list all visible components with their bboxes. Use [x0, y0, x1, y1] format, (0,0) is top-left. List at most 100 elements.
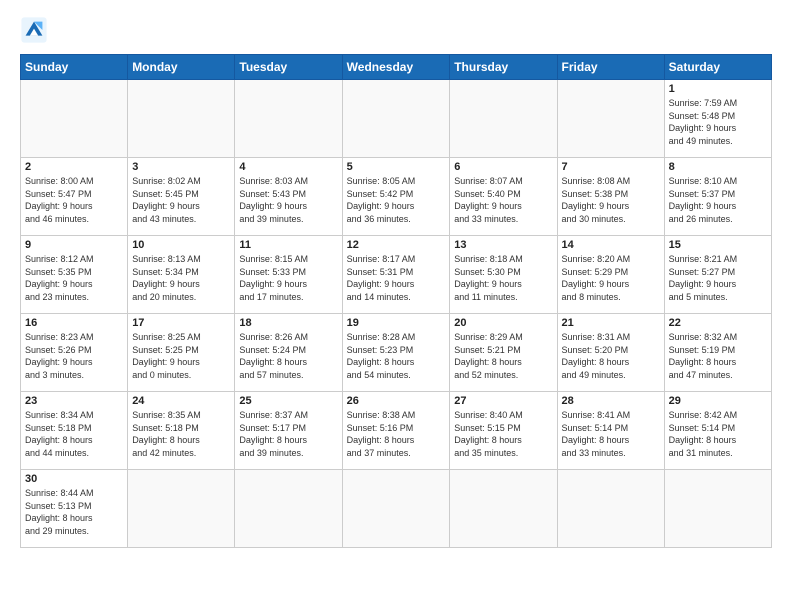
day-info: Sunrise: 8:34 AM Sunset: 5:18 PM Dayligh…: [25, 409, 123, 459]
day-info: Sunrise: 8:23 AM Sunset: 5:26 PM Dayligh…: [25, 331, 123, 381]
day-cell: 29 Sunrise: 8:42 AM Sunset: 5:14 PM Dayli…: [664, 392, 771, 470]
logo-icon: [20, 16, 48, 44]
day-info: Sunrise: 8:38 AM Sunset: 5:16 PM Dayligh…: [347, 409, 446, 459]
day-info: Sunrise: 8:15 AM Sunset: 5:33 PM Dayligh…: [239, 253, 337, 303]
day-cell: 8 Sunrise: 8:10 AM Sunset: 5:37 PM Daylig…: [664, 158, 771, 236]
day-info: Sunrise: 8:21 AM Sunset: 5:27 PM Dayligh…: [669, 253, 767, 303]
day-info: Sunrise: 8:40 AM Sunset: 5:15 PM Dayligh…: [454, 409, 552, 459]
day-info: Sunrise: 8:07 AM Sunset: 5:40 PM Dayligh…: [454, 175, 552, 225]
day-cell: 14 Sunrise: 8:20 AM Sunset: 5:29 PM Dayli…: [557, 236, 664, 314]
day-number: 21: [562, 317, 660, 329]
day-cell: [342, 470, 450, 548]
day-cell: 3 Sunrise: 8:02 AM Sunset: 5:45 PM Daylig…: [128, 158, 235, 236]
day-number: 26: [347, 395, 446, 407]
day-number: 24: [132, 395, 230, 407]
day-number: 22: [669, 317, 767, 329]
day-cell: 15 Sunrise: 8:21 AM Sunset: 5:27 PM Dayli…: [664, 236, 771, 314]
day-number: 12: [347, 239, 446, 251]
day-cell: [21, 80, 128, 158]
day-number: 9: [25, 239, 123, 251]
day-number: 1: [669, 83, 767, 95]
day-info: Sunrise: 8:32 AM Sunset: 5:19 PM Dayligh…: [669, 331, 767, 381]
day-cell: 6 Sunrise: 8:07 AM Sunset: 5:40 PM Daylig…: [450, 158, 557, 236]
day-number: 25: [239, 395, 337, 407]
day-info: Sunrise: 8:29 AM Sunset: 5:21 PM Dayligh…: [454, 331, 552, 381]
day-number: 13: [454, 239, 552, 251]
day-cell: 16 Sunrise: 8:23 AM Sunset: 5:26 PM Dayli…: [21, 314, 128, 392]
day-cell: [128, 80, 235, 158]
day-info: Sunrise: 7:59 AM Sunset: 5:48 PM Dayligh…: [669, 97, 767, 147]
day-cell: 1 Sunrise: 7:59 AM Sunset: 5:48 PM Daylig…: [664, 80, 771, 158]
day-info: Sunrise: 8:42 AM Sunset: 5:14 PM Dayligh…: [669, 409, 767, 459]
day-cell: 25 Sunrise: 8:37 AM Sunset: 5:17 PM Dayli…: [235, 392, 342, 470]
day-cell: [342, 80, 450, 158]
day-info: Sunrise: 8:10 AM Sunset: 5:37 PM Dayligh…: [669, 175, 767, 225]
day-number: 6: [454, 161, 552, 173]
day-cell: 23 Sunrise: 8:34 AM Sunset: 5:18 PM Dayli…: [21, 392, 128, 470]
day-number: 2: [25, 161, 123, 173]
day-info: Sunrise: 8:44 AM Sunset: 5:13 PM Dayligh…: [25, 487, 123, 537]
day-number: 5: [347, 161, 446, 173]
day-cell: 22 Sunrise: 8:32 AM Sunset: 5:19 PM Dayli…: [664, 314, 771, 392]
day-number: 11: [239, 239, 337, 251]
day-info: Sunrise: 8:13 AM Sunset: 5:34 PM Dayligh…: [132, 253, 230, 303]
day-info: Sunrise: 8:08 AM Sunset: 5:38 PM Dayligh…: [562, 175, 660, 225]
week-row-4: 23 Sunrise: 8:34 AM Sunset: 5:18 PM Dayli…: [21, 392, 772, 470]
day-cell: 24 Sunrise: 8:35 AM Sunset: 5:18 PM Dayli…: [128, 392, 235, 470]
day-info: Sunrise: 8:25 AM Sunset: 5:25 PM Dayligh…: [132, 331, 230, 381]
day-cell: 4Sunrise: 8:03 AM Sunset: 5:43 PM Daylig…: [235, 158, 342, 236]
day-cell: 19Sunrise: 8:28 AM Sunset: 5:23 PM Dayli…: [342, 314, 450, 392]
weekday-header-sunday: Sunday: [21, 55, 128, 80]
day-info: Sunrise: 8:00 AM Sunset: 5:47 PM Dayligh…: [25, 175, 123, 225]
day-cell: [450, 470, 557, 548]
day-cell: 7 Sunrise: 8:08 AM Sunset: 5:38 PM Daylig…: [557, 158, 664, 236]
day-cell: [235, 80, 342, 158]
day-info: Sunrise: 8:41 AM Sunset: 5:14 PM Dayligh…: [562, 409, 660, 459]
day-number: 15: [669, 239, 767, 251]
day-number: 10: [132, 239, 230, 251]
weekday-header-monday: Monday: [128, 55, 235, 80]
day-cell: 18Sunrise: 8:26 AM Sunset: 5:24 PM Dayli…: [235, 314, 342, 392]
weekday-header-thursday: Thursday: [450, 55, 557, 80]
day-number: 14: [562, 239, 660, 251]
day-cell: 12Sunrise: 8:17 AM Sunset: 5:31 PM Dayli…: [342, 236, 450, 314]
day-number: 7: [562, 161, 660, 173]
day-cell: [557, 80, 664, 158]
day-cell: 5 Sunrise: 8:05 AM Sunset: 5:42 PM Daylig…: [342, 158, 450, 236]
day-cell: 30Sunrise: 8:44 AM Sunset: 5:13 PM Dayli…: [21, 470, 128, 548]
day-info: Sunrise: 8:28 AM Sunset: 5:23 PM Dayligh…: [347, 331, 446, 381]
weekday-header-row: SundayMondayTuesdayWednesdayThursdayFrid…: [21, 55, 772, 80]
day-number: 4: [239, 161, 337, 173]
day-info: Sunrise: 8:20 AM Sunset: 5:29 PM Dayligh…: [562, 253, 660, 303]
day-cell: 28 Sunrise: 8:41 AM Sunset: 5:14 PM Dayli…: [557, 392, 664, 470]
day-cell: 17 Sunrise: 8:25 AM Sunset: 5:25 PM Dayli…: [128, 314, 235, 392]
header: [20, 16, 772, 44]
day-info: Sunrise: 8:05 AM Sunset: 5:42 PM Dayligh…: [347, 175, 446, 225]
page: SundayMondayTuesdayWednesdayThursdayFrid…: [0, 0, 792, 558]
weekday-header-friday: Friday: [557, 55, 664, 80]
day-number: 23: [25, 395, 123, 407]
week-row-2: 9Sunrise: 8:12 AM Sunset: 5:35 PM Daylig…: [21, 236, 772, 314]
week-row-3: 16 Sunrise: 8:23 AM Sunset: 5:26 PM Dayli…: [21, 314, 772, 392]
day-number: 29: [669, 395, 767, 407]
day-number: 28: [562, 395, 660, 407]
weekday-header-tuesday: Tuesday: [235, 55, 342, 80]
day-number: 27: [454, 395, 552, 407]
calendar: SundayMondayTuesdayWednesdayThursdayFrid…: [20, 54, 772, 548]
day-number: 8: [669, 161, 767, 173]
day-info: Sunrise: 8:35 AM Sunset: 5:18 PM Dayligh…: [132, 409, 230, 459]
day-info: Sunrise: 8:26 AM Sunset: 5:24 PM Dayligh…: [239, 331, 337, 381]
day-cell: 10 Sunrise: 8:13 AM Sunset: 5:34 PM Dayli…: [128, 236, 235, 314]
day-info: Sunrise: 8:02 AM Sunset: 5:45 PM Dayligh…: [132, 175, 230, 225]
weekday-header-wednesday: Wednesday: [342, 55, 450, 80]
logo: [20, 16, 52, 44]
day-number: 16: [25, 317, 123, 329]
day-cell: 13Sunrise: 8:18 AM Sunset: 5:30 PM Dayli…: [450, 236, 557, 314]
day-number: 17: [132, 317, 230, 329]
day-number: 3: [132, 161, 230, 173]
day-number: 20: [454, 317, 552, 329]
day-info: Sunrise: 8:37 AM Sunset: 5:17 PM Dayligh…: [239, 409, 337, 459]
day-cell: 11 Sunrise: 8:15 AM Sunset: 5:33 PM Dayli…: [235, 236, 342, 314]
day-cell: 26 Sunrise: 8:38 AM Sunset: 5:16 PM Dayli…: [342, 392, 450, 470]
week-row-5: 30Sunrise: 8:44 AM Sunset: 5:13 PM Dayli…: [21, 470, 772, 548]
